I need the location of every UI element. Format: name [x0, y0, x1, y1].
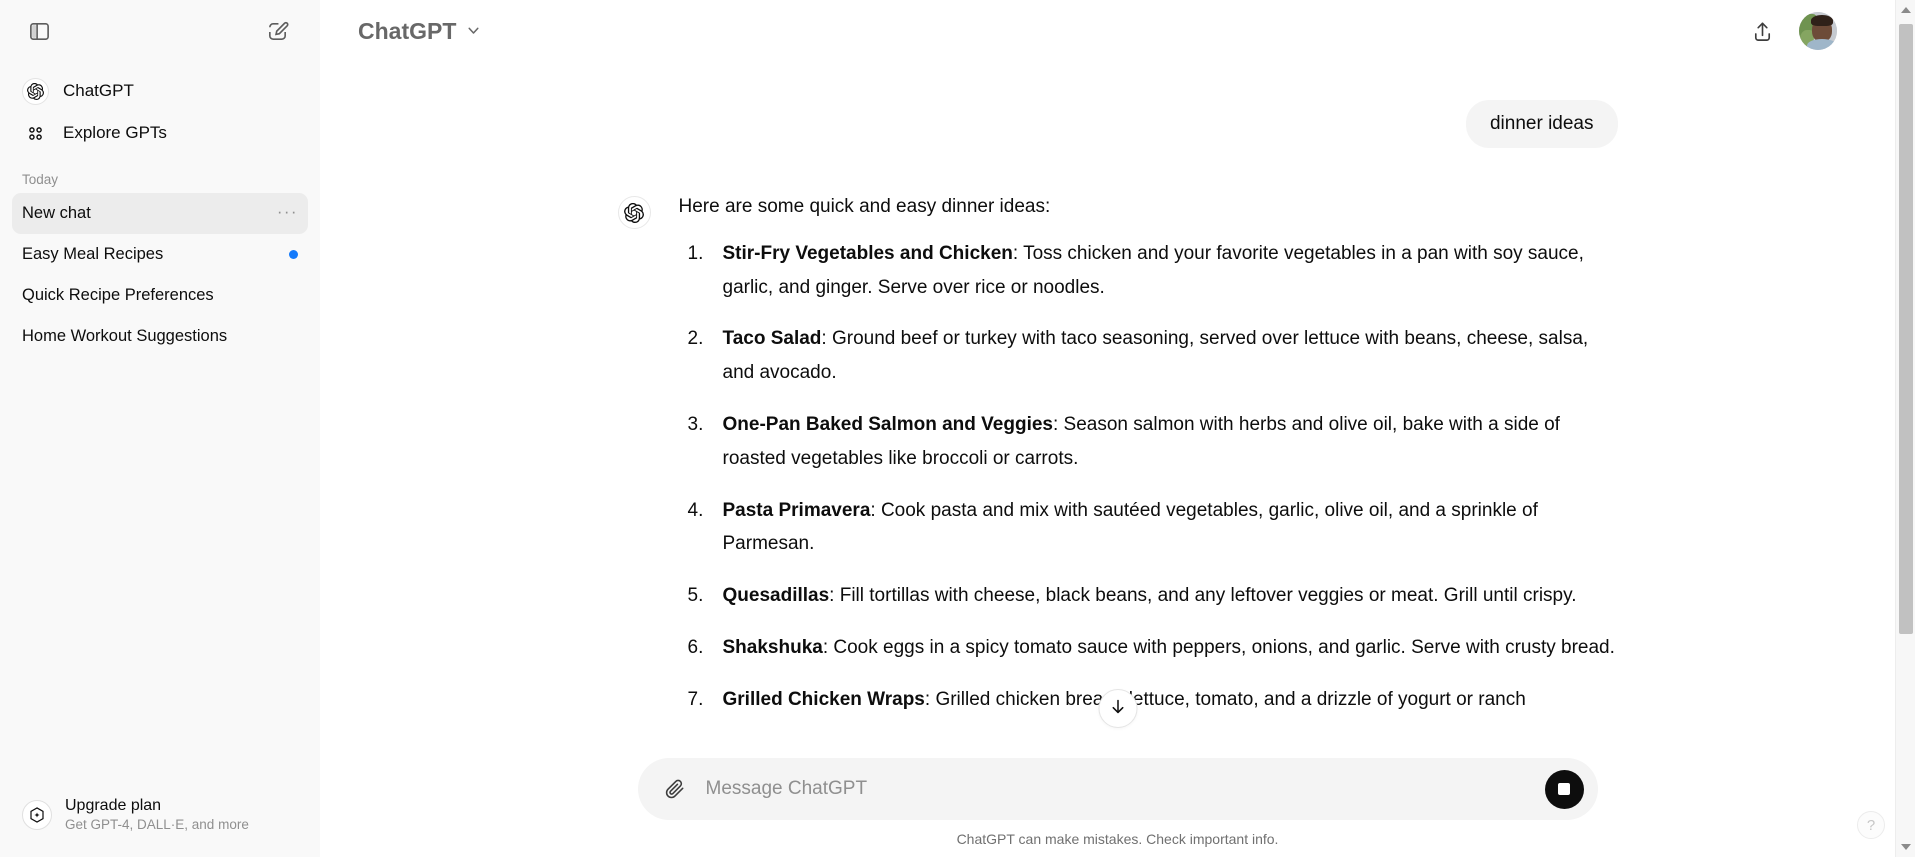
list-item: Grilled Chicken Wraps: Grilled chicken b…: [679, 683, 1618, 717]
stop-square-icon: [1558, 783, 1570, 795]
conversation-scroll-area[interactable]: dinner ideas Here are some quick and eas…: [320, 62, 1915, 758]
list-item-title: One-Pan Baked Salmon and Veggies: [722, 414, 1054, 436]
main-panel: ChatGPT dinner ideas Here are some quick…: [320, 0, 1915, 857]
assistant-intro-text: Here are some quick and easy dinner idea…: [678, 196, 1051, 217]
sidebar-item-label: ChatGPT: [63, 81, 134, 100]
list-item-body: : Fill tortillas with cheese, black bean…: [829, 585, 1577, 607]
chevron-down-icon: [465, 18, 482, 45]
list-item-title: Grilled Chicken Wraps: [722, 688, 925, 710]
upgrade-plan-button[interactable]: Upgrade plan Get GPT-4, DALL·E, and more: [12, 787, 308, 843]
upgrade-sparkle-hex-icon: [22, 800, 52, 831]
upgrade-subtitle: Get GPT-4, DALL·E, and more: [65, 817, 249, 833]
chat-item-title: Home Workout Suggestions: [22, 327, 228, 345]
avatar-hair: [1811, 15, 1833, 26]
scrollbar-up-arrow-icon[interactable]: [1896, 0, 1915, 20]
upgrade-text-block: Upgrade plan Get GPT-4, DALL·E, and more: [65, 796, 249, 834]
scrollbar-down-arrow-icon[interactable]: [1896, 837, 1915, 857]
chat-options-ellipsis-icon[interactable]: ···: [277, 203, 298, 225]
list-item: Quesadillas: Fill tortillas with cheese,…: [679, 579, 1618, 613]
vertical-scrollbar[interactable]: [1895, 0, 1915, 857]
unread-dot-icon: [289, 250, 298, 259]
sidebar-toggle-icon[interactable]: [18, 10, 60, 52]
search-input message-input[interactable]: [689, 778, 1545, 800]
list-item-title: Pasta Primavera: [722, 499, 871, 521]
chat-item-quick-recipe-preferences[interactable]: Quick Recipe Preferences: [12, 275, 308, 316]
message-composer[interactable]: [637, 758, 1598, 820]
user-message-row: dinner ideas: [618, 62, 1618, 148]
list-item: Shakshuka: Cook eggs in a spicy tomato s…: [679, 631, 1618, 665]
assistant-message-body: Here are some quick and easy dinner idea…: [679, 192, 1618, 735]
sidebar-item-label: Explore GPTs: [63, 123, 167, 142]
list-item-title: Taco Salad: [722, 328, 822, 350]
sidebar-item-explore-gpts[interactable]: Explore GPTs: [12, 112, 308, 154]
chat-history-list: New chat ··· Easy Meal Recipes Quick Rec…: [0, 193, 320, 787]
chat-item-title: Easy Meal Recipes: [22, 245, 164, 263]
list-item: One-Pan Baked Salmon and Veggies: Season…: [679, 408, 1618, 476]
stop-generating-button[interactable]: [1544, 769, 1584, 809]
list-item-title: Stir-Fry Vegetables and Chicken: [722, 242, 1013, 264]
dinner-ideas-list: Stir-Fry Vegetables and Chicken: Toss ch…: [679, 237, 1618, 717]
avatar-shirt: [1807, 39, 1837, 50]
list-item: Stir-Fry Vegetables and Chicken: Toss ch…: [679, 237, 1618, 305]
list-item-title: Quesadillas: [722, 585, 830, 607]
message-column: dinner ideas Here are some quick and eas…: [617, 62, 1618, 735]
upgrade-title: Upgrade plan: [65, 797, 162, 815]
assistant-message-row: Here are some quick and easy dinner idea…: [617, 148, 1618, 735]
list-item: Taco Salad: Ground beef or turkey with t…: [679, 322, 1618, 390]
chatgpt-app: ChatGPT Explore GPTs Today New chat ··· …: [0, 0, 1915, 857]
list-item-body: : Ground beef or turkey with taco season…: [722, 328, 1589, 384]
chat-item-new-chat[interactable]: New chat ···: [12, 193, 308, 234]
list-item-title: Shakshuka: [722, 637, 823, 659]
paperclip-icon[interactable]: [660, 774, 690, 804]
model-name: ChatGPT: [358, 17, 457, 44]
list-item-body: : Cook eggs in a spicy tomato sauce with…: [822, 637, 1615, 659]
openai-logo-icon: [617, 196, 651, 229]
sidebar-primary-nav: ChatGPT Explore GPTs: [0, 62, 320, 154]
new-chat-pencil-icon[interactable]: [256, 10, 298, 52]
top-bar: ChatGPT: [320, 0, 1915, 62]
openai-logo-icon: [22, 77, 49, 105]
conversation-content: dinner ideas Here are some quick and eas…: [320, 62, 1915, 743]
arrow-down-icon: [1108, 697, 1127, 721]
sidebar-item-chatgpt[interactable]: ChatGPT: [12, 70, 308, 112]
chat-section-label: Today: [22, 172, 59, 187]
list-item-body: : Grilled chicken breast, lettuce, tomat…: [924, 688, 1526, 710]
disclaimer-text: ChatGPT can make mistakes. Check importa…: [956, 831, 1279, 847]
scroll-to-bottom-button[interactable]: [1098, 689, 1137, 728]
top-bar-actions: [1741, 10, 1837, 52]
chat-item-title: New chat: [22, 204, 91, 222]
model-selector[interactable]: ChatGPT: [346, 12, 494, 51]
avatar[interactable]: [1799, 12, 1837, 50]
chat-item-home-workout-suggestions[interactable]: Home Workout Suggestions: [12, 316, 308, 357]
user-message-bubble: dinner ideas: [1465, 100, 1618, 148]
list-item: Pasta Primavera: Cook pasta and mix with…: [679, 494, 1618, 562]
chat-item-title: Quick Recipe Preferences: [22, 286, 214, 304]
chat-item-easy-meal-recipes[interactable]: Easy Meal Recipes: [12, 234, 308, 275]
scrollbar-thumb[interactable]: [1899, 24, 1913, 634]
sidebar: ChatGPT Explore GPTs Today New chat ··· …: [0, 0, 320, 857]
composer-area: ChatGPT can make mistakes. Check importa…: [320, 758, 1915, 857]
help-button[interactable]: ?: [1857, 811, 1885, 839]
sidebar-header: [0, 0, 320, 62]
share-upload-icon[interactable]: [1741, 10, 1783, 52]
grid-dots-icon: [22, 120, 49, 147]
